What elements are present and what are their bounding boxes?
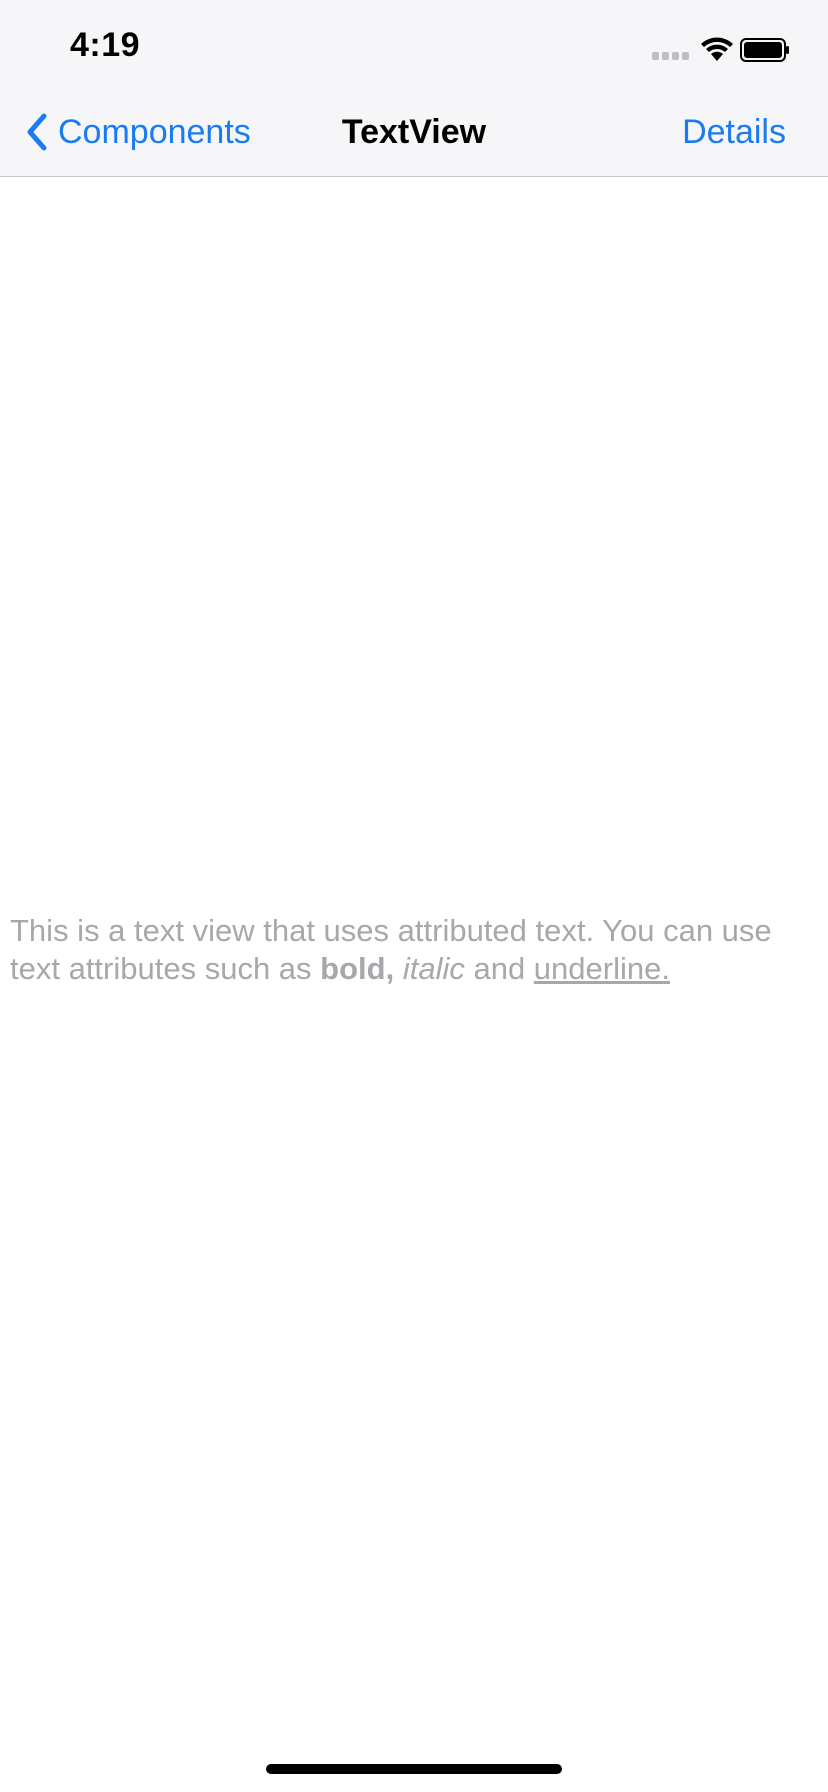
text-part-italic: italic — [402, 951, 465, 986]
text-part-bold: bold, — [320, 951, 395, 986]
text-part-and: and — [464, 951, 534, 986]
signal-icon — [652, 52, 690, 62]
status-time: 4:19 — [70, 26, 141, 64]
navigation-header: 4:19 Components TextView Details — [0, 0, 828, 177]
wifi-icon — [701, 37, 733, 61]
battery-icon — [740, 38, 789, 62]
text-part-underline: underline. — [533, 951, 670, 986]
details-button[interactable]: Details — [682, 110, 786, 154]
home-indicator[interactable] — [266, 1764, 562, 1774]
attributed-text-view[interactable]: This is a text view that uses attributed… — [10, 912, 825, 988]
text-space — [394, 951, 403, 986]
